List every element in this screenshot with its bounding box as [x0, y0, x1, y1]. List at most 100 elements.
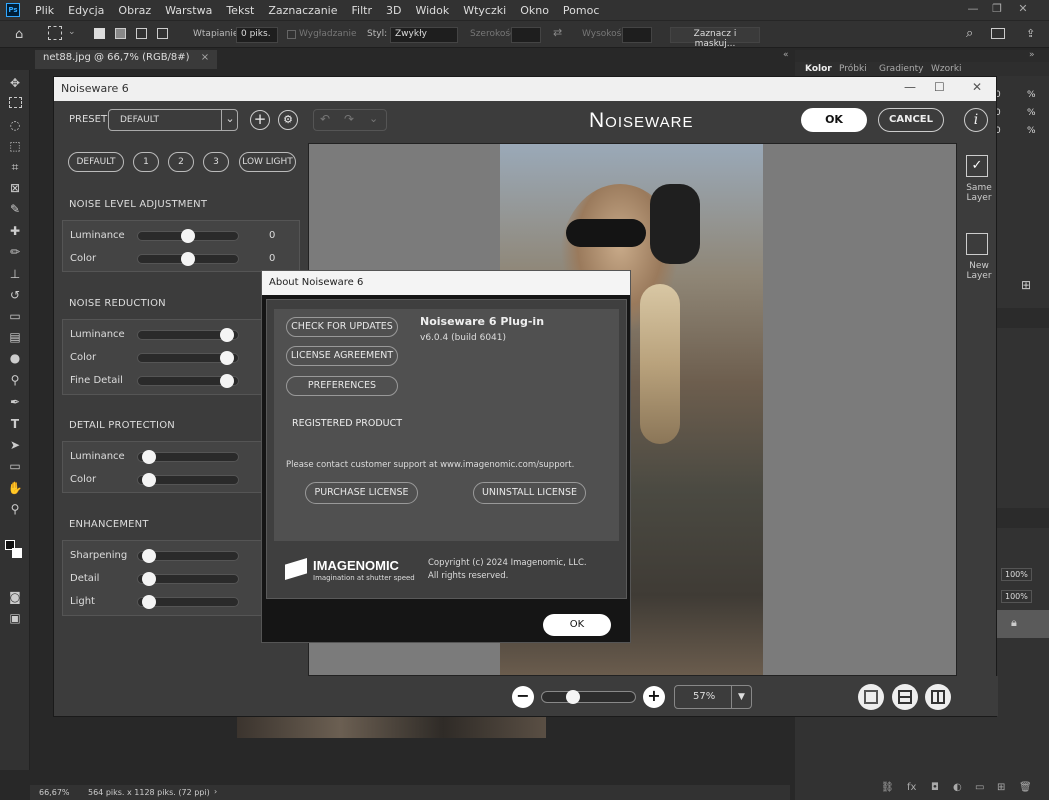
status-zoom[interactable]: 66,67%	[39, 788, 70, 797]
document-tab-close-icon[interactable]: ×	[201, 52, 209, 63]
expand-panels-icon[interactable]: »	[1029, 50, 1035, 60]
close-icon[interactable]: ✕	[1012, 2, 1034, 16]
add-icon[interactable]: ⊞	[1021, 278, 1031, 292]
nr-color-slider[interactable]	[137, 351, 239, 365]
smooth-checkbox[interactable]	[287, 30, 296, 39]
search-icon[interactable]: ⌕	[966, 26, 973, 41]
opacity-field[interactable]: 100%	[1001, 568, 1032, 581]
menu-pomoc[interactable]: Pomoc	[556, 4, 606, 17]
marquee-tool-icon[interactable]	[48, 26, 62, 40]
tab-probki[interactable]: Próbki	[839, 64, 867, 74]
menu-3d[interactable]: 3D	[379, 4, 408, 17]
preset-3-button[interactable]: 3	[203, 152, 229, 172]
zoom-select[interactable]: 57% ▼	[674, 685, 752, 709]
screen-mode-icon[interactable]: ▣	[7, 610, 23, 626]
slider-thumb[interactable]	[142, 473, 156, 487]
folder-icon[interactable]: ▭	[975, 782, 984, 793]
preset-low-light-button[interactable]: LOW LIGHT	[239, 152, 296, 172]
zoom-out-icon[interactable]: −	[512, 686, 534, 708]
fx-icon[interactable]: fx	[907, 782, 916, 793]
nw-maximize-icon[interactable]: ☐	[934, 80, 945, 94]
home-icon[interactable]: ⌂	[15, 27, 23, 42]
menu-tekst[interactable]: Tekst	[219, 4, 261, 17]
trash-icon[interactable]: 🗑︎	[1019, 782, 1032, 793]
slider-thumb[interactable]	[142, 549, 156, 563]
slider-thumb[interactable]	[220, 374, 234, 388]
nr-fine-detail-slider[interactable]	[137, 374, 239, 388]
zoom-slider[interactable]	[541, 690, 636, 704]
nw-close-icon[interactable]: ✕	[972, 80, 982, 94]
dodge-tool-icon[interactable]: ⚲	[7, 372, 23, 388]
swap-icon[interactable]: ⇄	[553, 26, 562, 39]
link-layers-icon[interactable]: ⛓	[881, 782, 894, 793]
menu-zaznaczanie[interactable]: Zaznaczanie	[261, 4, 344, 17]
slider-thumb[interactable]	[181, 229, 195, 243]
height-input[interactable]	[622, 27, 652, 43]
preset-default-button[interactable]: DEFAULT	[68, 152, 124, 172]
background-color-icon[interactable]	[12, 548, 22, 558]
gradient-tool-icon[interactable]: ▤	[7, 329, 23, 345]
en-light-slider[interactable]	[137, 595, 239, 609]
brush-tool-icon[interactable]: ✏	[7, 244, 23, 260]
tab-kolor[interactable]: Kolor	[805, 64, 832, 74]
menu-wtyczki[interactable]: Wtyczki	[456, 4, 513, 17]
slider-thumb[interactable]	[142, 572, 156, 586]
same-layer-checkbox[interactable]: ✓	[966, 155, 988, 177]
nl-luminance-slider[interactable]	[137, 229, 239, 243]
zoom-in-icon[interactable]: +	[643, 686, 665, 708]
add-preset-icon[interactable]: +	[250, 110, 270, 130]
hand-tool-icon[interactable]: ✋	[7, 480, 23, 496]
slider-thumb[interactable]	[142, 595, 156, 609]
style-select[interactable]: Zwykły	[390, 27, 458, 43]
lasso-tool-icon[interactable]: ◌	[7, 117, 23, 133]
settings-gear-icon[interactable]: ⚙	[278, 110, 298, 130]
shape-tool-icon[interactable]: ▭	[7, 458, 23, 474]
purchase-license-button[interactable]: PURCHASE LICENSE	[305, 482, 418, 504]
slider-thumb[interactable]	[181, 252, 195, 266]
frame-tool-icon[interactable]: ⊠	[7, 180, 23, 196]
zoom-slider-thumb[interactable]	[566, 690, 580, 704]
eraser-tool-icon[interactable]: ▭	[7, 308, 23, 324]
slider-thumb[interactable]	[220, 328, 234, 342]
undo-icon[interactable]: ↶	[320, 112, 330, 126]
tab-gradienty[interactable]: Gradienty	[879, 64, 924, 74]
type-tool-icon[interactable]: T	[7, 416, 23, 432]
chevron-down-icon[interactable]: ⌄	[68, 27, 76, 37]
fill-field[interactable]: 100%	[1001, 590, 1032, 603]
width-input[interactable]	[511, 27, 541, 43]
select-and-mask-button[interactable]: Zaznacz i maskuj...	[670, 27, 760, 49]
move-tool-icon[interactable]: ✥	[7, 75, 23, 91]
check-updates-button[interactable]: CHECK FOR UPDATES	[286, 317, 398, 337]
en-sharpening-slider[interactable]	[137, 549, 239, 563]
restore-icon[interactable]: ❐	[986, 2, 1008, 16]
new-layer-checkbox[interactable]	[966, 233, 988, 255]
workspace-icon[interactable]	[991, 28, 1005, 39]
ok-button[interactable]: OK	[801, 108, 867, 132]
rect-marquee-tool-icon[interactable]	[9, 97, 22, 108]
menu-edycja[interactable]: Edycja	[61, 4, 111, 17]
uninstall-license-button[interactable]: UNINSTALL LICENSE	[473, 482, 586, 504]
split-vertical-icon[interactable]	[925, 684, 951, 710]
path-select-icon[interactable]: ➤	[7, 437, 23, 453]
slider-thumb[interactable]	[142, 450, 156, 464]
menu-widok[interactable]: Widok	[408, 4, 456, 17]
tab-wzorki[interactable]: Wzorki	[931, 64, 962, 74]
preset-1-button[interactable]: 1	[133, 152, 159, 172]
share-icon[interactable]: ⇪	[1026, 27, 1035, 40]
collapse-panels-icon[interactable]: «	[783, 50, 789, 60]
healing-brush-icon[interactable]: ✚	[7, 223, 23, 239]
mask-icon[interactable]: ◘	[931, 782, 939, 793]
single-view-icon[interactable]	[858, 684, 884, 710]
menu-plik[interactable]: Plik	[28, 4, 61, 17]
nw-minimize-icon[interactable]: —	[904, 80, 916, 94]
pen-tool-icon[interactable]: ✒	[7, 394, 23, 410]
quick-mask-icon[interactable]: ◙	[7, 589, 23, 605]
new-selection-icon[interactable]	[94, 28, 105, 39]
dp-color-slider[interactable]	[137, 473, 239, 487]
split-horizontal-icon[interactable]	[892, 684, 918, 710]
new-layer-icon[interactable]: ⊞	[997, 782, 1005, 793]
minimize-icon[interactable]: —	[962, 2, 984, 16]
clone-stamp-icon[interactable]: ⊥	[7, 266, 23, 282]
crop-tool-icon[interactable]: ⌗	[7, 159, 23, 175]
intersect-selection-icon[interactable]	[157, 28, 168, 39]
